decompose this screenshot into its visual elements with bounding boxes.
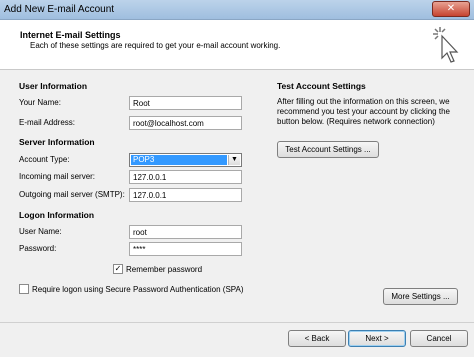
dialog-header: Internet E-mail Settings Each of these s… (0, 20, 474, 70)
cursor-click-icon (433, 27, 459, 63)
password-label: Password: (19, 244, 57, 253)
logon-info-heading: Logon Information (19, 210, 95, 220)
title-bar: Add New E-mail Account ✕ (0, 0, 474, 20)
your-name-label: Your Name: (19, 98, 61, 107)
email-address-label: E-mail Address: (19, 118, 76, 127)
footer-divider (0, 322, 474, 323)
test-settings-heading: Test Account Settings (277, 81, 366, 91)
remember-password-label[interactable]: Remember password (126, 265, 202, 274)
test-account-settings-button[interactable]: Test Account Settings ... (277, 141, 379, 158)
user-name-input[interactable] (129, 225, 242, 239)
close-button[interactable]: ✕ (432, 1, 470, 17)
remember-password-checkbox[interactable]: ✓ (113, 264, 123, 274)
password-input[interactable] (129, 242, 242, 256)
incoming-server-input[interactable] (129, 170, 242, 184)
close-icon: ✕ (446, 3, 456, 14)
header-subtitle: Each of these settings are required to g… (30, 41, 281, 50)
account-type-select[interactable]: POP3 ▼ (129, 153, 242, 167)
incoming-server-label: Incoming mail server: (19, 172, 96, 181)
your-name-input[interactable] (129, 96, 242, 110)
more-settings-button[interactable]: More Settings ... (383, 288, 458, 305)
server-info-heading: Server Information (19, 137, 95, 147)
account-type-label: Account Type: (19, 155, 70, 164)
header-title: Internet E-mail Settings (20, 30, 121, 40)
cancel-button[interactable]: Cancel (410, 330, 468, 347)
user-name-label: User Name: (19, 227, 62, 236)
account-type-value: POP3 (131, 155, 227, 165)
spa-checkbox[interactable] (19, 284, 29, 294)
user-info-heading: User Information (19, 81, 88, 91)
email-address-input[interactable] (129, 116, 242, 130)
checkmark-icon: ✓ (114, 264, 122, 273)
chevron-down-icon[interactable]: ▼ (228, 155, 240, 165)
spa-label[interactable]: Require logon using Secure Password Auth… (32, 285, 244, 294)
outgoing-server-label: Outgoing mail server (SMTP): (19, 190, 125, 199)
window-title: Add New E-mail Account (4, 4, 115, 15)
test-settings-description: After filling out the information on thi… (277, 97, 450, 126)
next-button[interactable]: Next > (348, 330, 406, 347)
back-button[interactable]: < Back (288, 330, 346, 347)
outgoing-server-input[interactable] (129, 188, 242, 202)
